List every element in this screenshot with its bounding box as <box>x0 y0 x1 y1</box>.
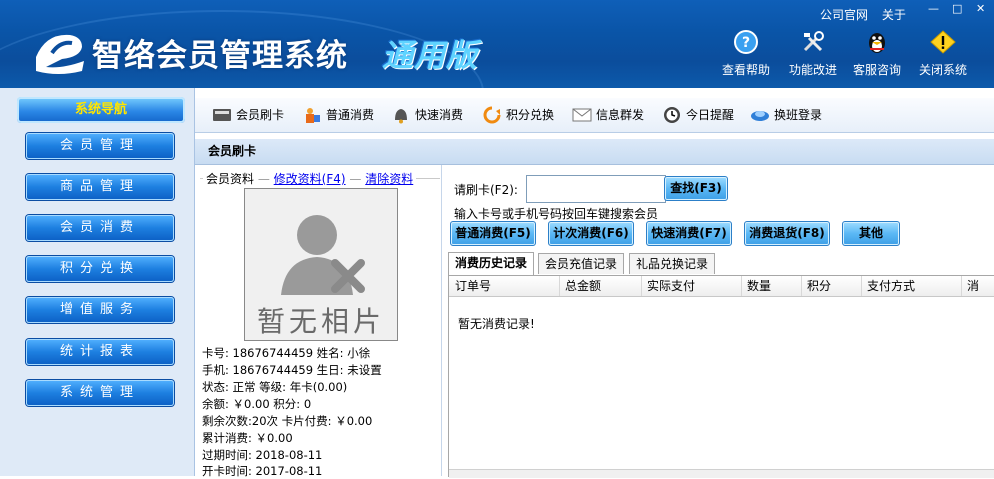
column-header[interactable]: 积分 <box>801 276 862 296</box>
nav-system-management[interactable]: 系统管理 <box>26 380 174 406</box>
info-line: 开卡时间: 2017-08-11 <box>202 464 323 478</box>
qq-penguin-icon <box>869 33 885 53</box>
table-header: 订单号 总金额 实际支付 数量 积分 支付方式 消 <box>449 276 994 297</box>
normal-consumption-button[interactable]: 普通消费(F5) <box>450 221 536 246</box>
app-header: 智络会员管理系统 通用版 公司官网 关于 — □ ✕ ? 查看帮助 功能改进 客… <box>0 0 994 88</box>
warning-icon <box>930 30 956 54</box>
column-header[interactable]: 订单号 <box>449 276 560 296</box>
member-info-label: 会员资料 <box>206 172 255 186</box>
clear-info-link[interactable]: 清除资料 <box>365 172 413 186</box>
card-reader-icon <box>213 109 231 121</box>
minimize-icon[interactable]: — <box>928 2 939 16</box>
improve-label: 功能改进 <box>789 63 838 77</box>
envelope-icon <box>572 108 592 122</box>
column-header[interactable]: 消 <box>961 276 994 296</box>
company-site-link[interactable]: 公司官网 <box>820 8 868 22</box>
search-button[interactable]: 查找(F3) <box>664 176 728 201</box>
tools-icon <box>803 31 824 52</box>
column-header[interactable]: 支付方式 <box>861 276 962 296</box>
sidebar-title: 系统导航 <box>17 97 185 123</box>
toolbar-label: 会员刷卡 <box>236 108 285 122</box>
swipe-label: 请刷卡(F2): <box>454 183 518 197</box>
toolbar-label: 信息群发 <box>596 108 645 122</box>
member-info-legend: 会员资料 — 修改资料(F4) — 清除资料 <box>203 170 417 187</box>
nav-statistics-reports[interactable]: 统计报表 <box>26 339 174 365</box>
toolbar-label: 今日提醒 <box>686 108 735 122</box>
nav-value-added-services[interactable]: 增值服务 <box>26 297 174 323</box>
refund-button[interactable]: 消费退货(F8) <box>744 221 830 246</box>
no-photo-text: 暂无相片 <box>256 305 385 338</box>
empty-table-message: 暂无消费记录! <box>458 317 535 331</box>
avatar-placeholder-icon <box>281 215 365 295</box>
info-line: 剩余次数:20次 卡片付费: ￥0.00 <box>202 414 373 428</box>
swipe-panel: 请刷卡(F2): 查找(F3) 输入卡号或手机号码按回车键搜索会员 普通消费(F… <box>442 165 994 478</box>
toolbar-label: 快速消费 <box>415 108 464 122</box>
member-info-panel: 会员资料 — 修改资料(F4) — 清除资料 暂无相片 卡号: 18676744… <box>195 165 442 478</box>
info-line: 状态: 正常 等级: 年卡(0.00) <box>202 380 348 394</box>
info-line: 过期时间: 2018-08-11 <box>202 448 323 462</box>
tab-gift-exchange-records[interactable]: 礼品兑换记录 <box>629 253 716 274</box>
help-icon: ? <box>734 30 758 54</box>
app-title: 智络会员管理系统 <box>92 38 348 74</box>
shift-icon <box>751 111 769 121</box>
count-consumption-button[interactable]: 计次消费(F6) <box>548 221 634 246</box>
other-button[interactable]: 其他 <box>842 221 900 246</box>
close-window-icon[interactable]: ✕ <box>976 2 985 16</box>
nav-product-management[interactable]: 商品管理 <box>26 174 174 200</box>
bell-icon <box>395 109 407 124</box>
shopper-icon <box>306 108 320 123</box>
toolbar-label: 积分兑换 <box>506 108 555 122</box>
member-photo: 暂无相片 <box>244 188 398 341</box>
info-line: 累计消费: ￥0.00 <box>202 431 293 445</box>
info-line: 手机: 18676744459 生日: 未设置 <box>202 363 382 377</box>
toolbar: 会员刷卡 普通消费 快速消费 积分兑换 信息群发 今日提醒 换班登录 <box>195 98 994 133</box>
tab-consumption-history[interactable]: 消费历史记录 <box>448 252 535 275</box>
app-edition: 通用版 <box>382 38 478 74</box>
column-header[interactable]: 总金额 <box>559 276 642 296</box>
clock-icon <box>664 107 680 123</box>
quick-consumption-button[interactable]: 快速消费(F7) <box>646 221 732 246</box>
close-system-label: 关闭系统 <box>919 63 968 77</box>
refresh-icon <box>483 106 501 124</box>
support-button[interactable]: 客服咨询 <box>853 28 901 78</box>
toolbar-label: 普通消费 <box>326 108 375 122</box>
top-links: 公司官网 关于 <box>820 6 916 23</box>
swipe-hint: 输入卡号或手机号码按回车键搜索会员 <box>454 207 659 221</box>
nav-points-exchange[interactable]: 积分兑换 <box>26 256 174 282</box>
history-table: 订单号 总金额 实际支付 数量 积分 支付方式 消 暂无消费记录! <box>448 275 994 478</box>
improve-button[interactable]: 功能改进 <box>789 28 837 78</box>
nav-member-consumption[interactable]: 会员消费 <box>26 215 174 241</box>
support-label: 客服咨询 <box>853 63 902 77</box>
maximize-icon[interactable]: □ <box>952 2 962 16</box>
help-label: 查看帮助 <box>722 63 771 77</box>
section-title: 会员刷卡 <box>195 138 994 165</box>
help-button[interactable]: ? 查看帮助 <box>722 28 770 78</box>
about-link[interactable]: 关于 <box>882 8 906 22</box>
column-header[interactable]: 实际支付 <box>641 276 742 296</box>
window-controls: — □ ✕ <box>928 2 994 18</box>
edit-info-link[interactable]: 修改资料(F4) <box>274 172 346 186</box>
logo-icon <box>36 34 84 74</box>
horizontal-scrollbar[interactable] <box>449 469 994 478</box>
close-system-button[interactable]: 关闭系统 <box>919 28 967 78</box>
column-header[interactable]: 数量 <box>741 276 802 296</box>
info-line: 余额: ￥0.00 积分: 0 <box>202 397 312 411</box>
tab-recharge-records[interactable]: 会员充值记录 <box>538 253 625 274</box>
card-number-input[interactable] <box>526 175 666 203</box>
toolbar-label: 换班登录 <box>774 108 823 122</box>
info-line: 卡号: 18676744459 姓名: 小徐 <box>202 346 371 360</box>
nav-member-management[interactable]: 会员管理 <box>26 133 174 159</box>
svg-text:?: ? <box>742 35 750 51</box>
